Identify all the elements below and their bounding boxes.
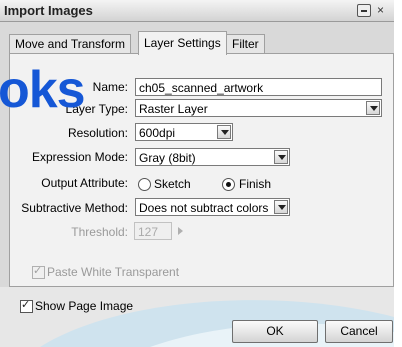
tab-move-and-transform[interactable]: Move and Transform [9,34,132,54]
cancel-button[interactable]: Cancel [325,320,393,343]
expression-mode-value: Gray (8bit) [139,151,196,165]
subtractive-method-select[interactable]: Does not subtract colors [135,198,290,216]
close-icon[interactable]: × [377,3,384,17]
resolution-value: 600dpi [139,126,176,140]
dialog-title: Import Images [4,3,93,18]
chevron-down-icon[interactable] [274,150,288,164]
title-bar[interactable]: Import Images × [0,0,394,22]
show-page-image-checkbox[interactable] [20,298,33,313]
threshold-input[interactable]: 127 [134,222,172,240]
layer-name-value: ch05_scanned_artwork [139,81,264,95]
watermark-text: oks [0,61,86,119]
resolution-select[interactable]: 600dpi [135,123,233,141]
import-images-dialog: Import Images × Move and Transform Layer… [0,0,402,347]
chevron-down-icon[interactable] [274,200,288,214]
sketch-radio-label: Sketch [154,177,191,191]
finish-radio[interactable] [222,178,235,191]
expression-mode-select[interactable]: Gray (8bit) [135,148,290,166]
sketch-radio[interactable] [138,178,151,191]
tab-layer-settings[interactable]: Layer Settings [138,31,227,55]
chevron-down-icon[interactable] [366,101,380,115]
tab-filter[interactable]: Filter [226,34,265,54]
chevron-down-icon[interactable] [217,125,231,139]
finish-radio-label: Finish [239,177,272,191]
output-attribute-label: Output Attribute: [41,176,128,190]
subtractive-method-label: Subtractive Method: [21,201,128,215]
subtractive-method-value: Does not subtract colors [139,201,269,215]
expression-mode-label: Expression Mode: [31,150,128,164]
right-edge [394,0,402,347]
layer-type-value: Raster Layer [139,102,208,116]
layer-type-select[interactable]: Raster Layer [135,99,382,117]
resolution-label: Resolution: [67,126,128,140]
paste-white-transparent-label: Paste White Transparent [47,265,180,279]
show-page-image-label: Show Page Image [35,299,134,313]
threshold-label: Threshold: [71,225,128,239]
paste-white-transparent-checkbox[interactable] [32,264,45,279]
ok-button[interactable]: OK [232,320,318,343]
collapse-icon[interactable] [357,4,371,17]
layer-name-input[interactable]: ch05_scanned_artwork [135,78,382,96]
slider-arrow-icon[interactable] [178,227,183,235]
